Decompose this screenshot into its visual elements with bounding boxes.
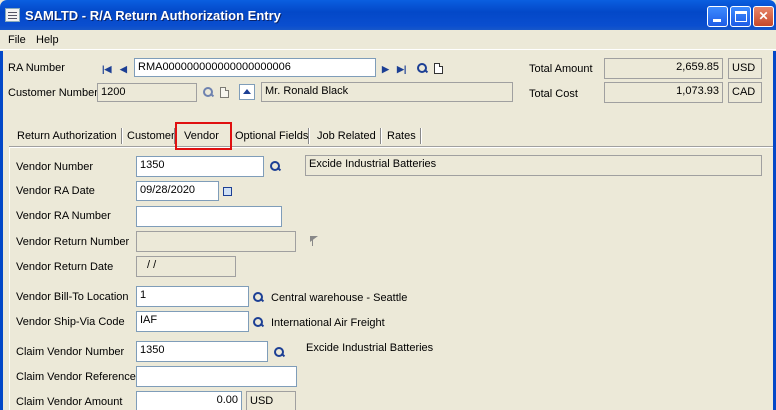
ship-via-code-input[interactable]: IAF	[136, 311, 249, 332]
claim-vendor-finder-icon[interactable]	[274, 347, 284, 357]
vendor-return-date-field: / /	[136, 256, 236, 277]
ra-number-input[interactable]: RMA000000000000000000006	[134, 58, 376, 77]
ra-new-document-icon[interactable]	[434, 63, 443, 74]
tab-separator	[121, 128, 122, 144]
claim-vendor-amount-currency: USD	[246, 391, 296, 410]
customer-number-input[interactable]: 1200	[97, 83, 197, 102]
bill-to-location-label: Vendor Bill-To Location	[16, 291, 129, 303]
close-icon: ✕	[758, 9, 769, 23]
claim-vendor-number-label: Claim Vendor Number	[16, 346, 125, 358]
calendar-icon[interactable]	[223, 187, 232, 196]
tab-separator	[420, 128, 421, 144]
claim-vendor-amount-input[interactable]: 0.00	[136, 391, 242, 410]
total-cost-field: 1,073.93	[604, 82, 723, 103]
vendor-return-number-label: Vendor Return Number	[16, 236, 130, 248]
tab-optional-fields[interactable]: Optional Fields	[235, 127, 308, 147]
previous-record-icon[interactable]: ◀	[120, 63, 130, 75]
tab-separator	[308, 128, 309, 144]
vendor-return-number-field	[136, 231, 296, 252]
tab-customer[interactable]: Customer	[127, 127, 175, 147]
customer-zoom-button[interactable]	[239, 84, 255, 100]
last-record-icon[interactable]: ▶|	[397, 63, 407, 75]
total-cost-currency: CAD	[728, 82, 762, 103]
claim-vendor-reference-input[interactable]	[136, 366, 297, 387]
first-record-icon[interactable]: |◀	[102, 63, 112, 75]
bill-to-location-description: Central warehouse - Seattle	[271, 292, 408, 304]
ship-via-code-label: Vendor Ship-Via Code	[16, 316, 125, 328]
claim-vendor-name: Excide Industrial Batteries	[306, 342, 434, 354]
vendor-finder-icon[interactable]	[270, 161, 280, 171]
tab-job-related[interactable]: Job Related	[317, 127, 376, 147]
vendor-name-field: Excide Industrial Batteries	[305, 155, 762, 176]
ship-via-description: International Air Freight	[271, 317, 385, 329]
menu-file[interactable]: File	[8, 34, 26, 46]
ship-via-finder-icon[interactable]	[253, 317, 263, 327]
vendor-number-label: Vendor Number	[16, 161, 94, 173]
maximize-button[interactable]	[730, 6, 751, 27]
tab-rates[interactable]: Rates	[387, 127, 416, 147]
tab-return-authorization[interactable]: Return Authorization	[17, 127, 117, 147]
window-title: SAMLTD - R/A Return Authorization Entry	[25, 8, 281, 23]
vendor-ra-date-label: Vendor RA Date	[16, 185, 95, 197]
app-icon	[5, 8, 20, 22]
claim-vendor-number-input[interactable]: 1350	[136, 341, 268, 362]
total-cost-label: Total Cost	[529, 88, 578, 100]
minimize-icon	[713, 19, 721, 22]
vendor-ra-number-input[interactable]	[136, 206, 282, 227]
ra-number-label: RA Number	[8, 62, 65, 74]
vendor-number-input[interactable]: 1350	[136, 156, 264, 177]
total-amount-label: Total Amount	[529, 63, 593, 75]
vendor-ra-number-label: Vendor RA Number	[16, 210, 111, 222]
close-button[interactable]: ✕	[753, 6, 774, 27]
tab-separator	[380, 128, 381, 144]
total-amount-field: 2,659.85	[604, 58, 723, 79]
customer-finder-icon[interactable]	[203, 87, 213, 97]
title-bar[interactable]: SAMLTD - R/A Return Authorization Entry …	[0, 0, 776, 30]
vendor-return-date-label: Vendor Return Date	[16, 261, 114, 273]
customer-name-field: Mr. Ronald Black	[261, 82, 513, 102]
customer-document-icon[interactable]	[220, 87, 229, 98]
maximize-icon	[735, 11, 747, 22]
vendor-ra-date-input[interactable]: 09/28/2020	[136, 181, 219, 201]
ra-finder-icon[interactable]	[417, 63, 427, 73]
claim-vendor-reference-label: Claim Vendor Reference	[16, 371, 136, 383]
customer-number-label: Customer Number	[8, 87, 98, 99]
drilldown-icon[interactable]	[310, 236, 319, 246]
minimize-button[interactable]	[707, 6, 728, 27]
menu-help[interactable]: Help	[36, 34, 59, 46]
next-record-icon[interactable]: ▶	[382, 63, 392, 75]
active-tab-highlight	[175, 122, 232, 150]
bill-to-finder-icon[interactable]	[253, 292, 263, 302]
claim-vendor-amount-label: Claim Vendor Amount	[16, 396, 123, 408]
bill-to-location-input[interactable]: 1	[136, 286, 249, 307]
menu-bar: File Help	[0, 30, 776, 50]
total-amount-currency: USD	[728, 58, 762, 79]
